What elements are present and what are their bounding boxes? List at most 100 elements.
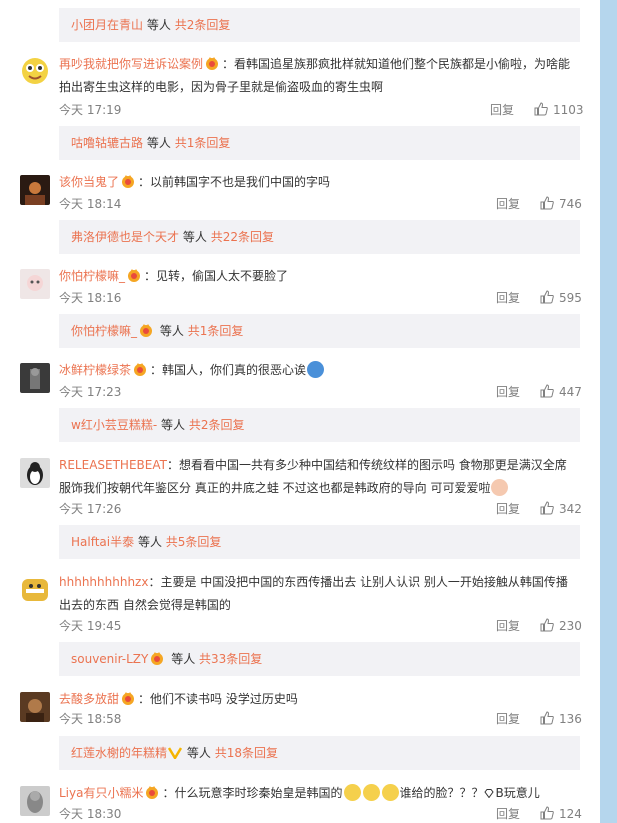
reply-summary[interactable]: souvenir-LZY 等人 共33条回复: [59, 642, 580, 676]
comment-text: hhhhhhhhhhzx：主要是 中国没把中国的东西传播出去 让别人认识 别人一…: [59, 571, 579, 617]
comment-text: 再吵我就把你写进诉讼案例 ：看韩国追星族那疯批样就知道他们整个民族都是小偷啦，为啥…: [59, 53, 579, 99]
avatar[interactable]: [20, 269, 50, 299]
comment-body: ：他们不读书吗 没学过历史吗: [138, 692, 298, 706]
reply-summary-user[interactable]: 弗洛伊德也是个天才: [71, 230, 179, 244]
reply-button[interactable]: 回复: [490, 102, 514, 118]
reply-summary-user[interactable]: Halftai半泰: [71, 535, 134, 549]
like-count: 342: [559, 502, 582, 516]
vip-crown-badge-icon: [140, 324, 153, 337]
diamond-icon: [483, 789, 494, 798]
comment-time: 今天 17:19: [59, 103, 122, 117]
like-count: 1103: [553, 103, 584, 117]
reply-summary[interactable]: Halftai半泰 等人 共5条回复: [59, 525, 580, 559]
like-button[interactable]: 746: [540, 196, 582, 212]
avatar[interactable]: [20, 458, 50, 488]
reply-summary-user[interactable]: 小团月在青山: [71, 18, 143, 32]
like-button[interactable]: 230: [540, 618, 582, 634]
reply-summary-user[interactable]: 咕噜轱辘古路: [71, 136, 143, 150]
v-verified-badge-icon: [168, 747, 183, 759]
vip-crown-badge-icon: [122, 175, 135, 188]
reply-button[interactable]: 回复: [496, 384, 520, 400]
comment-username[interactable]: 该你当鬼了: [59, 175, 119, 189]
reply-summary-count[interactable]: 共33条回复: [199, 652, 262, 666]
like-count: 230: [559, 619, 582, 633]
vip-crown-badge-icon: [151, 652, 164, 665]
scrollbar[interactable]: [600, 0, 617, 823]
reply-summary[interactable]: 咕噜轱辘古路 等人 共1条回复: [59, 126, 580, 160]
reply-button[interactable]: 回复: [496, 501, 520, 517]
thumbs-up-icon: [540, 196, 554, 210]
comment-body: ：韩国人，你们真的很恶心诶: [150, 363, 307, 377]
reply-summary-count[interactable]: 共2条回复: [175, 18, 231, 32]
comment-username[interactable]: hhhhhhhhhhzx: [59, 575, 148, 589]
like-button[interactable]: 1103: [534, 102, 584, 118]
comment-username[interactable]: 冰鲜柠檬绿茶: [59, 363, 131, 377]
avatar[interactable]: [20, 175, 50, 205]
thumbs-up-icon: [540, 290, 554, 304]
comment-text: RELEASETHEBEAT：想看看中国一共有多少种中国结和传统纹样的图示吗 食…: [59, 454, 579, 500]
smirk-emoji-icon: [362, 784, 380, 801]
reply-button[interactable]: 回复: [496, 196, 520, 212]
reply-summary-mid: 等人: [159, 324, 184, 338]
comment-username[interactable]: 再吵我就把你写进诉讼案例: [59, 57, 203, 71]
like-count: 447: [559, 385, 582, 399]
comment-body: ：以前韩国字不也是我们中国的字吗: [138, 175, 331, 189]
reply-button[interactable]: 回复: [496, 618, 520, 634]
comment-username[interactable]: 去酸多放甜: [59, 692, 119, 706]
like-button[interactable]: 342: [540, 501, 582, 517]
like-button[interactable]: 447: [540, 384, 582, 400]
avatar[interactable]: [20, 575, 50, 605]
reply-button[interactable]: 回复: [496, 290, 520, 306]
avatar[interactable]: [20, 786, 50, 816]
comment-feed: 小团月在青山 等人 共2条回复 再吵我就把你写进诉讼案例 ：看韩国追星族那疯批样就…: [0, 0, 600, 823]
reply-summary-user[interactable]: 你怕柠檬嘛_: [71, 324, 137, 338]
like-count: 124: [559, 807, 582, 821]
reply-summary-count[interactable]: 共18条回复: [215, 746, 278, 760]
reply-summary[interactable]: 小团月在青山 等人 共2条回复: [59, 8, 580, 42]
vip-crown-badge-icon: [122, 692, 135, 705]
comment-body: ：什么玩意李时珍秦始皇是韩国的: [162, 786, 343, 800]
reply-summary-user[interactable]: 红莲水榭的年糕精: [71, 746, 167, 760]
reply-summary-count[interactable]: 共1条回复: [175, 136, 231, 150]
comment-text: 该你当鬼了 ：以前韩国字不也是我们中国的字吗: [59, 171, 579, 194]
reply-summary[interactable]: w红小芸豆糕糕- 等人 共2条回复: [59, 408, 580, 442]
reply-summary-user[interactable]: w红小芸豆糕糕-: [71, 418, 157, 432]
reply-summary[interactable]: 你怕柠檬嘛_ 等人 共1条回复: [59, 314, 580, 348]
comment-time: 今天 18:14: [59, 197, 122, 211]
thumbs-up-icon: [540, 501, 554, 515]
pig-emoji-icon: [491, 479, 509, 496]
reply-summary-user[interactable]: souvenir-LZY: [71, 652, 148, 666]
reply-summary-mid: 等人: [146, 18, 171, 32]
like-count: 136: [559, 712, 582, 726]
comment-text: 冰鲜柠檬绿茶 ：韩国人，你们真的很恶心诶: [59, 359, 579, 382]
reply-summary-count[interactable]: 共22条回复: [211, 230, 274, 244]
comment-username[interactable]: 你怕柠檬嘛_: [59, 269, 125, 283]
like-button[interactable]: 124: [540, 806, 582, 822]
like-button[interactable]: 595: [540, 290, 582, 306]
reply-summary-count[interactable]: 共2条回复: [189, 418, 245, 432]
comment-time: 今天 18:30: [59, 807, 122, 821]
comment-username[interactable]: RELEASETHEBEAT: [59, 458, 167, 472]
reply-button[interactable]: 回复: [496, 806, 520, 822]
reply-summary-count[interactable]: 共1条回复: [188, 324, 244, 338]
comment-time: 今天 19:45: [59, 619, 122, 633]
smirk-emoji-icon: [381, 784, 399, 801]
avatar[interactable]: [20, 56, 50, 86]
reply-summary-mid: 等人: [171, 652, 196, 666]
reply-button[interactable]: 回复: [496, 711, 520, 727]
vip-crown-badge-icon: [146, 786, 159, 799]
like-button[interactable]: 136: [540, 711, 582, 727]
comment-body-end: B玩意儿: [495, 786, 540, 800]
reply-summary[interactable]: 红莲水榭的年糕精 等人 共18条回复: [59, 736, 580, 770]
thumbs-up-icon: [540, 806, 554, 820]
comment-username[interactable]: Liya有只小糯米: [59, 786, 143, 800]
avatar[interactable]: [20, 363, 50, 393]
reply-summary-count[interactable]: 共5条回复: [166, 535, 222, 549]
reply-summary-mid: 等人: [160, 418, 185, 432]
avatar[interactable]: [20, 692, 50, 722]
reply-summary[interactable]: 弗洛伊德也是个天才 等人 共22条回复: [59, 220, 580, 254]
vip-crown-badge-icon: [128, 269, 141, 282]
reply-summary-mid: 等人: [146, 136, 171, 150]
vip-crown-badge-icon: [134, 363, 147, 376]
comment-text: 去酸多放甜 ：他们不读书吗 没学过历史吗: [59, 688, 579, 711]
